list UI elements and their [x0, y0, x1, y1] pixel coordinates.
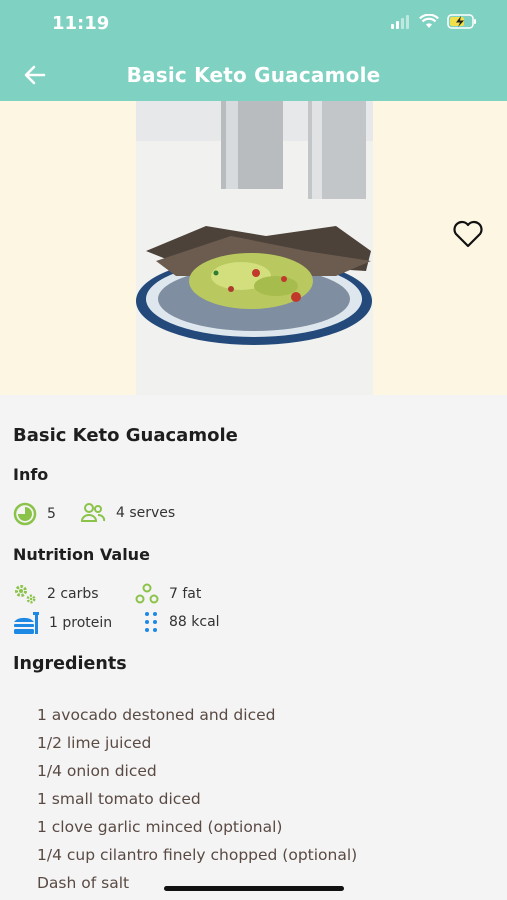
fat-value: 7 fat [169, 586, 202, 602]
protein-stat: 1 protein [13, 611, 112, 635]
wifi-icon [419, 14, 439, 28]
food-icon [14, 612, 39, 634]
cellular-signal-icon [391, 14, 409, 29]
molecule-icon [135, 583, 159, 604]
recipe-name: Basic Keto Guacamole [13, 425, 238, 446]
ingredients-list: 1 avocado destoned and diced 1/2 lime ju… [37, 701, 357, 897]
recipe-details: Basic Keto Guacamole Info 5 4 serves Nut… [0, 395, 507, 900]
servings: 4 serves [80, 502, 175, 524]
prep-time-value: 5 [47, 506, 56, 522]
fat-stat: 7 fat [135, 583, 201, 605]
list-item: 1 avocado destoned and diced [37, 706, 276, 724]
app-header: 11:19 Basic Keto Guacamole [0, 0, 507, 101]
heart-icon[interactable] [452, 220, 484, 248]
protein-value: 1 protein [49, 615, 113, 631]
page-title: Basic Keto Guacamole [126, 63, 381, 87]
list-item: 1 small tomato diced [37, 790, 201, 808]
status-time: 11:19 [52, 13, 110, 34]
list-item: Dash of salt [37, 874, 130, 892]
nutrition-heading: Nutrition Value [13, 545, 150, 564]
list-item: 1/4 cup cilantro finely chopped (optiona… [37, 846, 358, 864]
calories-stat: 88 kcal [143, 611, 220, 633]
ingredients-heading: Ingredients [13, 654, 127, 674]
status-icons [391, 14, 477, 29]
carbs-stat: 2 carbs [13, 583, 99, 605]
calories-value: 88 kcal [169, 614, 220, 630]
list-item: 1 clove garlic minced (optional) [37, 818, 283, 836]
carbs-value: 2 carbs [47, 586, 99, 602]
list-item: 1/2 lime juiced [37, 734, 152, 752]
list-item: 1/4 onion diced [37, 762, 157, 780]
dots-grid-icon [145, 612, 157, 632]
prep-time: 5 [13, 502, 56, 526]
home-indicator[interactable] [164, 886, 344, 891]
info-heading: Info [13, 465, 49, 484]
timer-icon [13, 502, 37, 526]
servings-value: 4 serves [116, 505, 176, 521]
recipe-hero [0, 101, 507, 395]
people-icon [80, 503, 106, 522]
gears-icon [15, 585, 36, 604]
battery-charging-icon [447, 14, 476, 29]
recipe-photo [136, 101, 373, 395]
